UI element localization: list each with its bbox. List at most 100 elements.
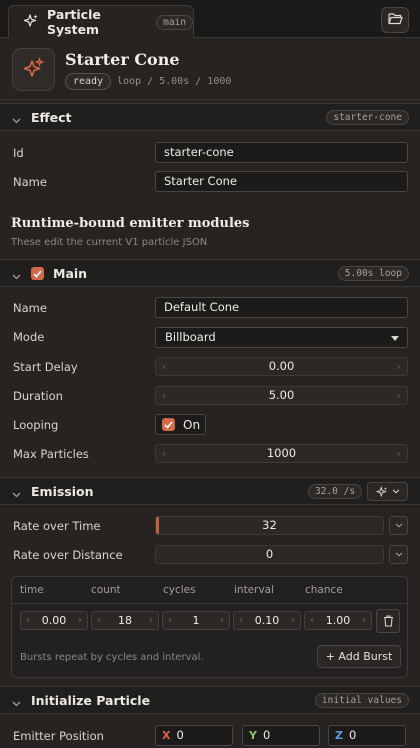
burst-col-count: count (91, 584, 121, 596)
tab-title: Particle System (47, 7, 101, 37)
increment-icon[interactable]: › (397, 445, 401, 462)
rate-time-label: Rate over Time (13, 519, 101, 533)
main-name-field[interactable]: Default Cone (155, 297, 408, 318)
rate-fill-bar (156, 517, 159, 534)
emitter-position-x[interactable]: X0 (155, 725, 233, 746)
emitter-position-y[interactable]: Y0 (242, 725, 320, 746)
rate-time-value: 32 (262, 518, 277, 532)
section-tag: starter-cone (326, 110, 409, 125)
add-burst-button[interactable]: + Add Burst (317, 645, 401, 668)
runtime-heading: Runtime-bound emitter modules (11, 216, 250, 231)
increment-icon[interactable]: › (78, 612, 82, 629)
section-effect-header[interactable]: Effect starter-cone (0, 103, 420, 131)
check-icon (33, 269, 42, 278)
duration-label: Duration (13, 389, 63, 403)
emitter-position-z[interactable]: Z0 (328, 725, 406, 746)
bursts-note: Bursts repeat by cycles and interval. (20, 652, 204, 663)
duration-stepper[interactable]: ‹ 5.00 › (155, 386, 408, 405)
burst-count-value: 18 (118, 614, 132, 627)
decrement-icon[interactable]: ‹ (239, 612, 243, 629)
chevron-down-icon (12, 269, 21, 283)
increment-icon[interactable]: › (291, 612, 295, 629)
y-axis-label: Y (249, 729, 257, 742)
rate-time-curve-dropdown[interactable] (389, 516, 408, 535)
sparkles-icon (23, 13, 39, 32)
sparkles-icon (375, 485, 387, 497)
emitter-position-label: Emitter Position (13, 729, 104, 743)
section-tag: initial values (314, 693, 409, 708)
mode-label: Mode (13, 330, 45, 344)
looping-toggle[interactable]: On (155, 414, 206, 435)
tab-particle-system[interactable]: Particle System main (8, 5, 194, 38)
increment-icon[interactable]: › (149, 612, 153, 629)
burst-time-stepper[interactable]: ‹ 0.00 › (20, 611, 88, 630)
section-emission-header[interactable]: Emission 32.0 /s (0, 477, 420, 505)
chevron-down-icon (12, 696, 21, 710)
increment-icon[interactable]: › (397, 358, 401, 375)
chevron-down-icon (12, 113, 21, 127)
burst-col-cycles: cycles (163, 584, 196, 596)
particle-asset-thumbnail (12, 48, 55, 91)
increment-icon[interactable]: › (397, 387, 401, 404)
y-value: 0 (262, 728, 271, 742)
id-field[interactable]: starter-cone (155, 142, 408, 163)
folder-open-icon (387, 12, 403, 28)
rate-distance-label: Rate over Distance (13, 548, 123, 562)
decrement-icon[interactable]: ‹ (162, 445, 166, 462)
tab-tag: main (156, 14, 193, 30)
start-delay-value: 0.00 (268, 359, 295, 373)
chevron-down-icon (12, 487, 21, 501)
main-name-label: Name (13, 301, 47, 315)
name-label: Name (13, 175, 47, 189)
looping-label: Looping (13, 418, 59, 432)
decrement-icon[interactable]: ‹ (97, 612, 101, 629)
section-tag: 5.00s loop (337, 266, 409, 281)
start-delay-stepper[interactable]: ‹ 0.00 › (155, 357, 408, 376)
mode-select[interactable]: Billboard (155, 327, 408, 348)
rate-distance-value: 0 (265, 547, 274, 561)
burst-col-chance: chance (305, 584, 343, 596)
main-enabled-checkbox[interactable] (31, 267, 44, 280)
emission-mode-dropdown[interactable] (367, 482, 408, 501)
asset-title: Starter Cone (65, 50, 180, 69)
decrement-icon[interactable]: ‹ (310, 612, 314, 629)
section-initialize-header[interactable]: Initialize Particle initial values (0, 686, 420, 714)
rate-distance-curve-dropdown[interactable] (389, 545, 408, 564)
id-label: Id (13, 146, 24, 160)
burst-chance-stepper[interactable]: ‹ 1.00 › (304, 611, 372, 630)
tab-bar: Particle System main (0, 0, 420, 38)
section-tag: 32.0 /s (308, 484, 363, 499)
chevron-down-icon (395, 552, 402, 557)
rate-distance-field[interactable]: 0 (155, 545, 384, 564)
open-file-button[interactable] (381, 7, 409, 33)
decrement-icon[interactable]: ‹ (168, 612, 172, 629)
bursts-panel: time count cycles interval chance ‹ 0.00 ›… (11, 576, 408, 678)
max-particles-stepper[interactable]: ‹ 1000 › (155, 444, 408, 463)
burst-col-time: time (20, 584, 44, 596)
chevron-down-icon (391, 336, 399, 341)
section-title: Initialize Particle (31, 693, 151, 708)
section-title: Emission (31, 484, 94, 499)
decrement-icon[interactable]: ‹ (162, 387, 166, 404)
sparkles-icon (23, 57, 45, 82)
burst-interval-value: 0.10 (254, 614, 280, 627)
increment-icon[interactable]: › (362, 612, 366, 629)
z-axis-label: Z (335, 729, 343, 742)
runtime-note: These edit the current V1 particle JSON (11, 237, 208, 248)
asset-header: Starter Cone ready loop / 5.00s / 1000 (0, 38, 420, 100)
asset-meta: loop / 5.00s / 1000 (117, 76, 232, 87)
name-field[interactable]: Starter Cone (155, 171, 408, 192)
burst-interval-stepper[interactable]: ‹ 0.10 › (233, 611, 301, 630)
decrement-icon[interactable]: ‹ (162, 358, 166, 375)
section-title: Effect (31, 110, 72, 125)
rate-time-field[interactable]: 32 (155, 516, 384, 535)
chevron-down-icon (395, 523, 402, 528)
decrement-icon[interactable]: ‹ (26, 612, 30, 629)
increment-icon[interactable]: › (220, 612, 224, 629)
looping-checkbox[interactable] (162, 418, 175, 431)
delete-burst-button[interactable] (376, 609, 400, 633)
burst-cycles-stepper[interactable]: ‹ 1 › (162, 611, 230, 630)
burst-count-stepper[interactable]: ‹ 18 › (91, 611, 159, 630)
section-main-header[interactable]: Main 5.00s loop (0, 259, 420, 287)
z-value: 0 (348, 728, 357, 742)
